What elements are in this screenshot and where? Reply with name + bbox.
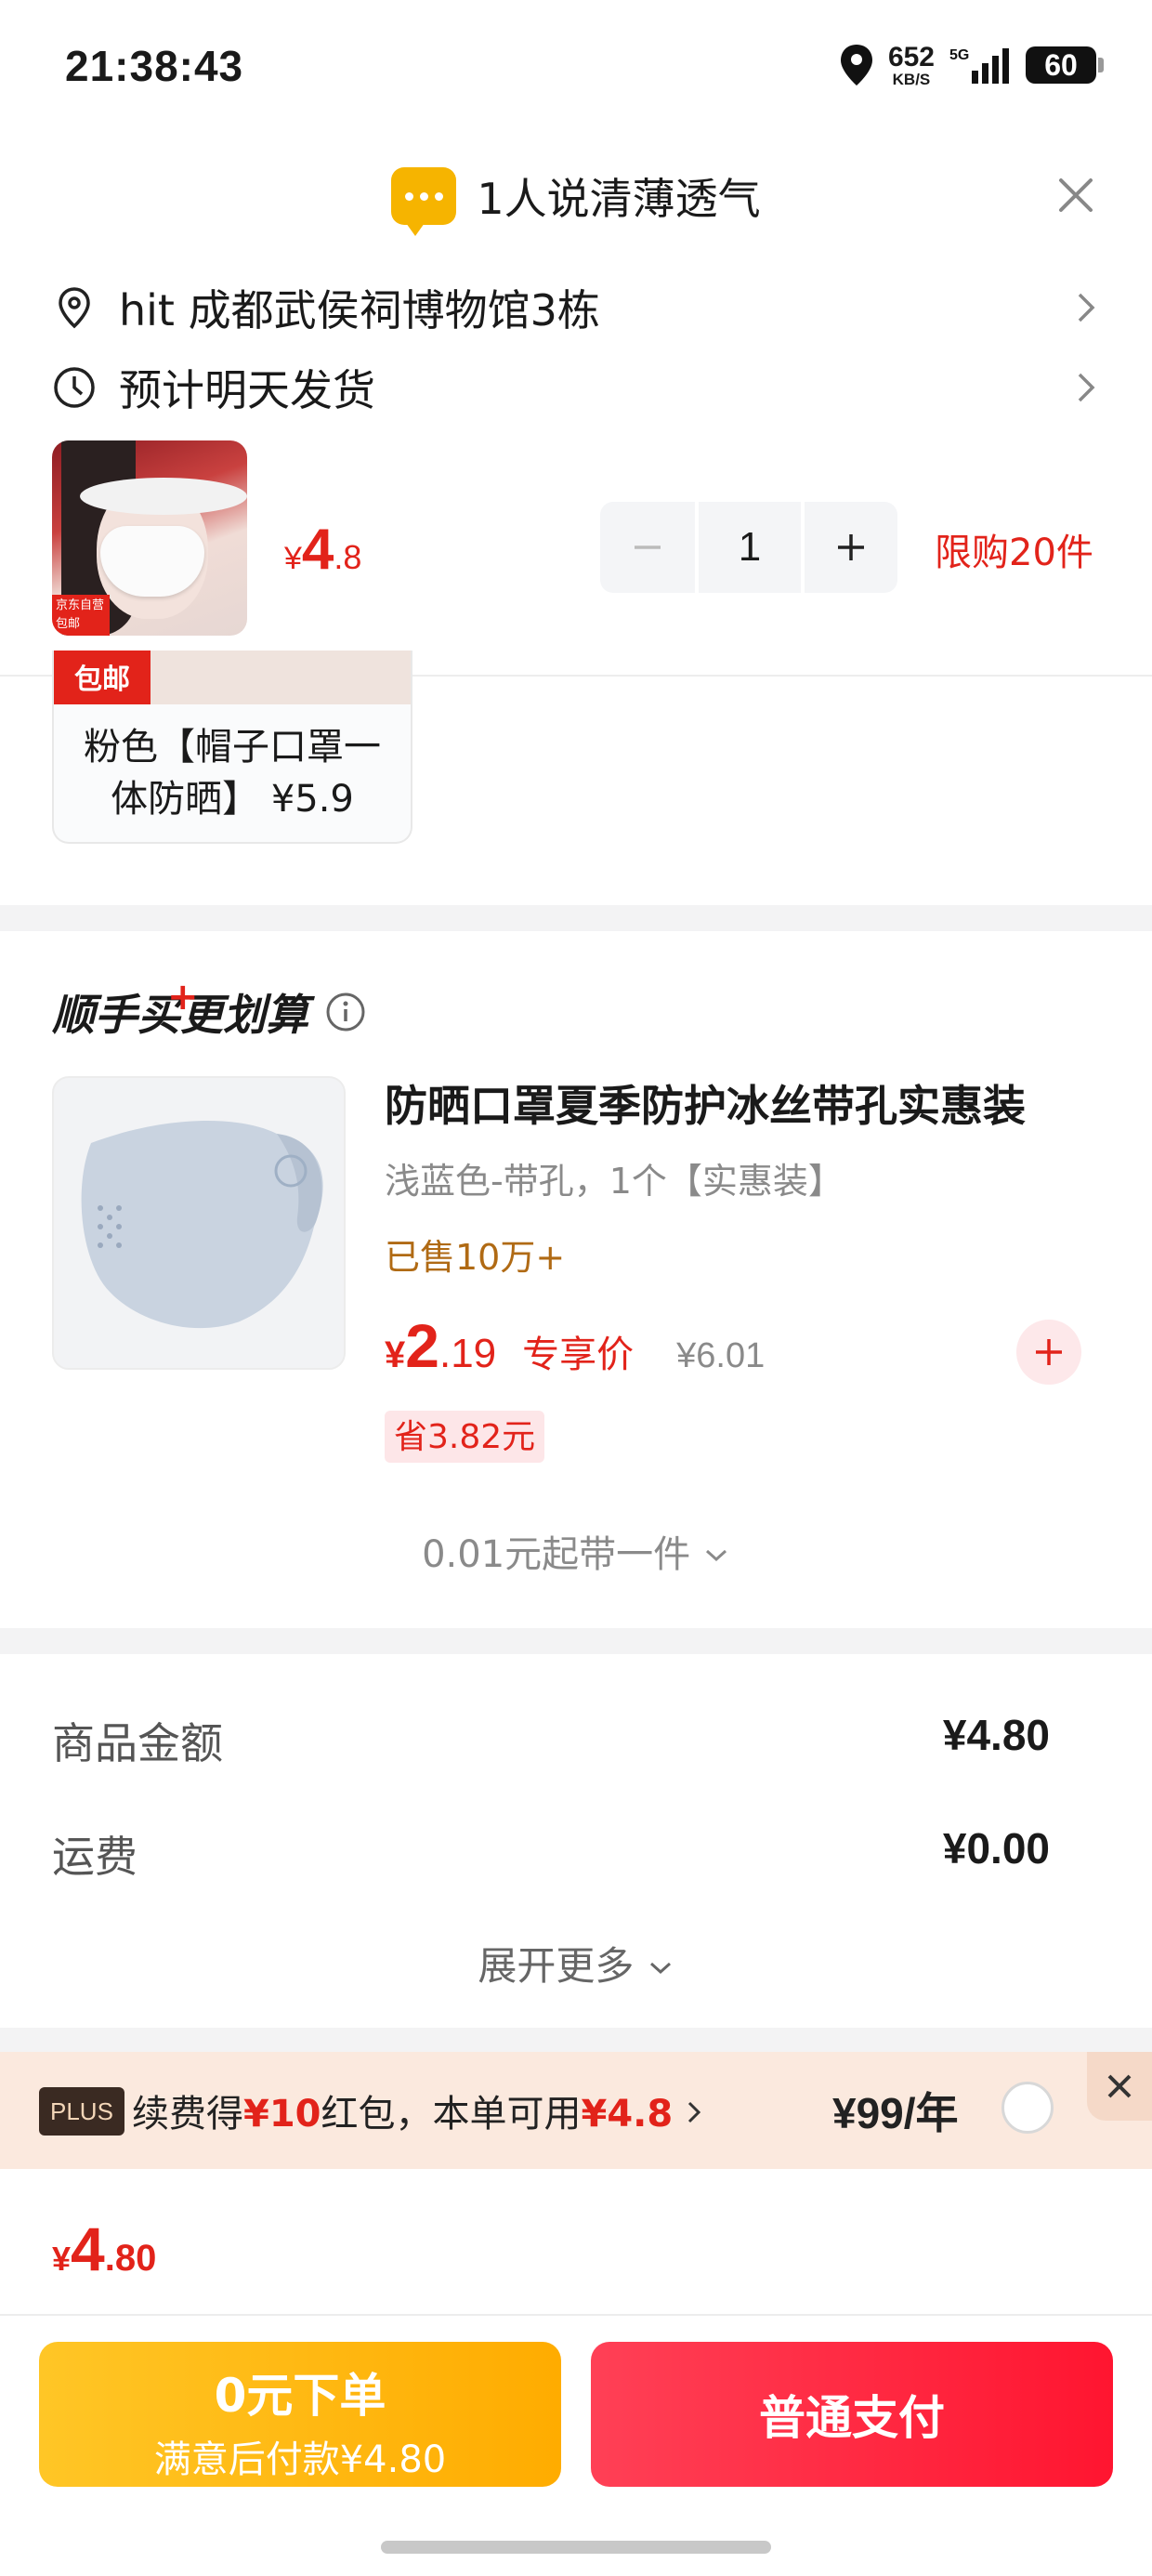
- quantity-value[interactable]: 1: [699, 502, 801, 593]
- section-divider: [0, 2028, 1152, 2052]
- location-pin-icon: [840, 45, 872, 85]
- face-mask-image: [81, 1121, 323, 1329]
- exclusive-price-label: 专享价: [522, 1334, 635, 1376]
- more-bundle-link[interactable]: 0.01元起带一件: [0, 1524, 1152, 1578]
- bundle-product-title[interactable]: 防晒口罩夏季防护冰丝带孔实惠装: [385, 1072, 1026, 1134]
- chevron-right-icon: [687, 2101, 701, 2123]
- address-row[interactable]: hit 成都武侯祠博物馆3栋: [52, 277, 1100, 338]
- shipping-row: 运费 ¥0.00: [52, 1823, 1050, 1885]
- section-divider: [0, 905, 1152, 931]
- quantity-stepper: 1: [600, 502, 897, 593]
- delivery-row[interactable]: 预计明天发货: [52, 357, 1100, 418]
- info-icon[interactable]: [325, 992, 366, 1032]
- header-tip: 1人说清薄透气: [0, 165, 1152, 236]
- net-speed: 652 KB/S: [887, 41, 935, 88]
- plus-price: ¥99/年: [832, 2089, 959, 2137]
- price-dec: .8: [334, 538, 362, 576]
- increase-button[interactable]: [805, 502, 897, 593]
- address-text: hit 成都武侯祠博物馆3栋: [119, 285, 600, 335]
- battery-icon: 60: [1026, 46, 1104, 84]
- bundle-plus-mark: +: [167, 976, 199, 1019]
- price-symbol: ¥: [284, 541, 302, 576]
- chevron-down-icon: [705, 1549, 727, 1562]
- expand-more-text: 展开更多: [478, 1943, 635, 1989]
- status-icons: 652 KB/S 5G 60: [838, 39, 1104, 91]
- price-symbol: ¥: [385, 1334, 406, 1375]
- bundle-product-sold: 已售10万+: [385, 1237, 566, 1278]
- product-thumbnail[interactable]: 京东自营 包邮: [52, 440, 247, 636]
- plus-badge: PLUS: [39, 2087, 124, 2136]
- bundle-product-spec: 浅蓝色-带孔，1个【实惠装】: [385, 1161, 844, 1202]
- close-icon: [1107, 2074, 1132, 2098]
- total-price: ¥4.80: [52, 2215, 157, 2283]
- section-divider: [0, 1628, 1152, 1654]
- home-indicator[interactable]: [381, 2541, 771, 2554]
- shipping-value: ¥0.00: [942, 1824, 1050, 1873]
- purchase-limit: 限购20件: [935, 532, 1093, 574]
- zero-order-subtitle: 满意后付款¥4.80: [153, 2438, 447, 2481]
- thumb-tag: 京东自营 包邮: [52, 595, 110, 636]
- status-time: 21:38:43: [65, 42, 244, 90]
- goods-amount-label: 商品金额: [52, 1718, 223, 1768]
- bundle-header: 顺手买更划算: [52, 981, 366, 1043]
- product-price: ¥4.8: [284, 517, 361, 583]
- shipping-label: 运费: [52, 1832, 137, 1882]
- plus-close-button[interactable]: [1087, 2052, 1152, 2121]
- chevron-right-icon: [1078, 293, 1095, 322]
- variant-badge: 包邮: [54, 651, 151, 704]
- header-tip-text: 1人说清薄透气: [477, 174, 761, 224]
- minus-icon: [635, 545, 661, 549]
- variant-label: 粉色【帽子口罩一体防晒】 ¥5.9: [84, 726, 381, 821]
- delivery-text: 预计明天发货: [119, 365, 375, 415]
- bundle-product-price: ¥ 2 .19 专享价 ¥6.01: [385, 1310, 765, 1381]
- goods-amount-row: 商品金额 ¥4.80: [52, 1710, 1050, 1771]
- expand-more-link[interactable]: 展开更多: [0, 1935, 1152, 1991]
- close-icon[interactable]: [1054, 173, 1098, 217]
- clock-icon: [54, 367, 95, 408]
- price-int: 4: [301, 518, 334, 582]
- location-icon: [59, 287, 90, 329]
- signal-5g-icon: 5G: [949, 47, 1009, 84]
- more-bundle-text: 0.01元起带一件: [422, 1533, 691, 1576]
- price-dec: .19: [439, 1331, 497, 1376]
- price-int: 2: [405, 1311, 439, 1380]
- plus-icon: [838, 534, 864, 560]
- chevron-down-icon: [649, 1962, 671, 1975]
- plus-radio[interactable]: [1001, 2082, 1054, 2134]
- chat-bubble-icon: [391, 167, 457, 236]
- add-to-order-button[interactable]: [1016, 1320, 1081, 1385]
- plus-promo-text: 续费得¥10红包，本单可用¥4.8: [132, 2083, 703, 2137]
- net-speed-value: 652: [887, 41, 935, 72]
- goods-amount-value: ¥4.80: [942, 1711, 1050, 1759]
- variant-option[interactable]: 包邮 粉色【帽子口罩一体防晒】 ¥5.9: [52, 651, 412, 844]
- divider: [0, 2314, 1152, 2316]
- savings-badge: 省3.82元: [385, 1411, 545, 1463]
- zero-order-title: 0元下单: [214, 2369, 386, 2423]
- normal-pay-button[interactable]: 普通支付: [591, 2342, 1113, 2487]
- bundle-product-image[interactable]: [52, 1076, 346, 1370]
- chevron-right-icon: [1078, 373, 1095, 402]
- variant-image: 包邮: [54, 651, 411, 704]
- signal-label: 5G: [949, 47, 969, 63]
- net-speed-unit: KB/S: [892, 70, 931, 88]
- plus-icon: [1036, 1339, 1062, 1365]
- original-price: ¥6.01: [676, 1336, 766, 1375]
- zero-yuan-order-button[interactable]: 0元下单 满意后付款¥4.80: [39, 2342, 561, 2487]
- decrease-button[interactable]: [600, 502, 695, 593]
